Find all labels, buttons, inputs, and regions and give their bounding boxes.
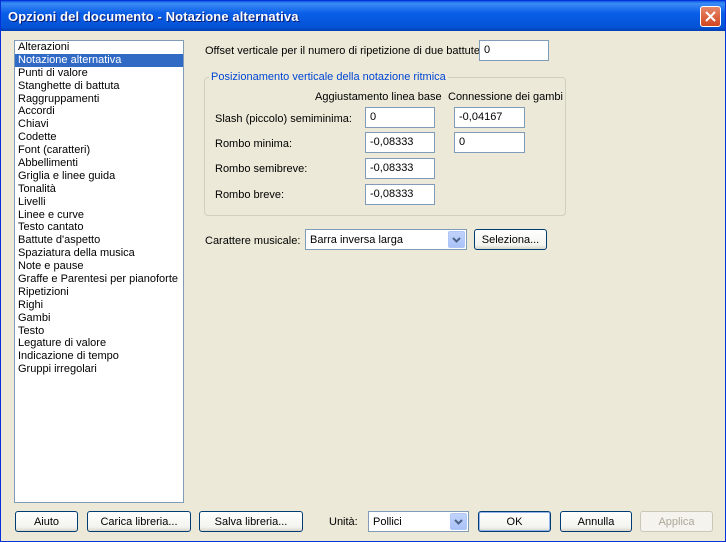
chevron-down-icon <box>454 518 463 525</box>
list-item[interactable]: Indicazione di tempo <box>15 350 183 363</box>
units-select-value: Pollici <box>373 516 402 528</box>
units-label: Unità: <box>329 516 358 528</box>
row-label-slash: Slash (piccolo) semiminima: <box>215 113 352 125</box>
list-item[interactable]: Livelli <box>15 196 183 209</box>
list-item[interactable]: Codette <box>15 131 183 144</box>
font-select-value: Barra inversa larga <box>310 234 403 246</box>
list-item[interactable]: Spaziatura della musica <box>15 247 183 260</box>
font-label: Carattere musicale: <box>205 235 301 247</box>
half-baseline-input[interactable]: -0,08333 <box>365 132 435 153</box>
save-library-button[interactable]: Salva libreria... <box>199 511 303 532</box>
list-item[interactable]: Gambi <box>15 312 183 325</box>
list-item[interactable]: Raggruppamenti <box>15 93 183 106</box>
list-item[interactable]: Linee e curve <box>15 209 183 222</box>
group-title: Posizionamento verticale della notazione… <box>209 71 448 83</box>
category-list[interactable]: Alterazioni Notazione alternativa Punti di… <box>14 40 184 503</box>
whole-baseline-input[interactable]: -0,08333 <box>365 158 435 179</box>
list-item[interactable]: Font (caratteri) <box>15 144 183 157</box>
breve-baseline-input[interactable]: -0,08333 <box>365 184 435 205</box>
chevron-down-icon <box>452 236 461 243</box>
title-bar[interactable]: Opzioni del documento - Notazione altern… <box>1 1 725 31</box>
units-select[interactable]: Pollici <box>368 511 469 532</box>
slash-stem-input[interactable]: -0,04167 <box>454 107 525 128</box>
list-item[interactable]: Stanghette di battuta <box>15 80 183 93</box>
list-item[interactable]: Punti di valore <box>15 67 183 80</box>
row-label-breve: Rombo breve: <box>215 189 285 201</box>
offset-input[interactable]: 0 <box>479 40 549 61</box>
list-item[interactable]: Legature di valore <box>15 337 183 350</box>
list-item[interactable]: Battute d'aspetto <box>15 234 183 247</box>
list-item[interactable]: Righi <box>15 299 183 312</box>
select-font-button[interactable]: Seleziona... <box>474 229 547 250</box>
window-title: Opzioni del documento - Notazione altern… <box>8 9 299 24</box>
list-item[interactable]: Griglia e linee guida <box>15 170 183 183</box>
row-label-half: Rombo minima: <box>215 138 293 150</box>
font-select[interactable]: Barra inversa larga <box>305 229 467 250</box>
list-item[interactable]: Gruppi irregolari <box>15 363 183 376</box>
help-button[interactable]: Aiuto <box>15 511 78 532</box>
list-item[interactable]: Note e pause <box>15 260 183 273</box>
close-icon <box>705 11 716 22</box>
list-item[interactable]: Ripetizioni <box>15 286 183 299</box>
load-library-button[interactable]: Carica libreria... <box>87 511 191 532</box>
list-item[interactable]: Notazione alternativa <box>15 53 183 67</box>
close-button[interactable] <box>700 6 721 27</box>
list-item[interactable]: Chiavi <box>15 118 183 131</box>
list-item[interactable]: Alterazioni <box>15 41 183 54</box>
ok-button[interactable]: OK <box>478 511 551 532</box>
list-item[interactable]: Testo <box>15 325 183 338</box>
dialog-window: Opzioni del documento - Notazione altern… <box>0 0 726 542</box>
half-stem-input[interactable]: 0 <box>454 132 525 153</box>
offset-label: Offset verticale per il numero di ripeti… <box>205 45 484 57</box>
list-item[interactable]: Abbellimenti <box>15 157 183 170</box>
list-item[interactable]: Accordi <box>15 105 183 118</box>
col-baseline-header: Aggiustamento linea base <box>315 91 442 103</box>
cancel-button[interactable]: Annulla <box>560 511 632 532</box>
slash-baseline-input[interactable]: 0 <box>365 107 435 128</box>
dropdown-arrow[interactable] <box>448 231 465 248</box>
dropdown-arrow[interactable] <box>450 513 467 530</box>
list-item[interactable]: Testo cantato <box>15 221 183 234</box>
apply-button[interactable]: Applica <box>640 511 713 532</box>
col-stem-header: Connessione dei gambi <box>448 91 563 103</box>
list-item[interactable]: Tonalità <box>15 183 183 196</box>
row-label-whole: Rombo semibreve: <box>215 163 308 175</box>
list-item[interactable]: Graffe e Parentesi per pianoforte <box>15 273 183 286</box>
